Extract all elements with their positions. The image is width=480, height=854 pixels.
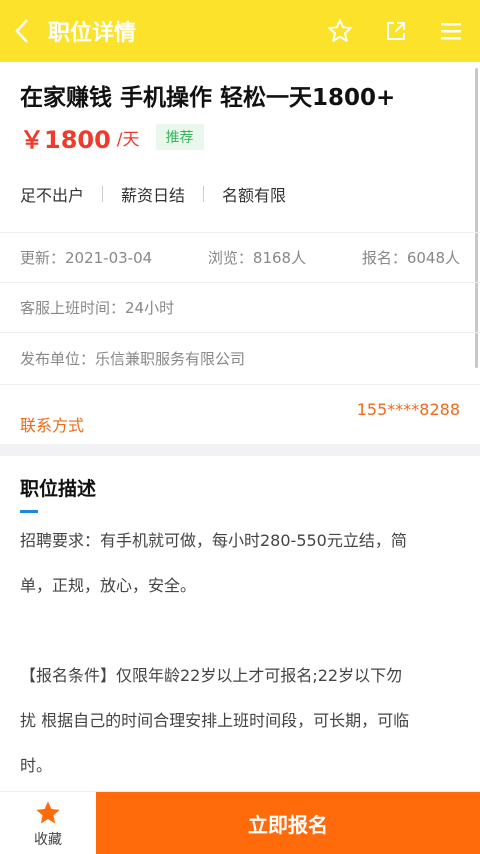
header-bar: 职位详情 [0,0,480,62]
apply-button[interactable]: 立即报名 [96,792,480,854]
updated-date: 更新：2021-03-04 [20,249,153,267]
description-gap [20,608,460,653]
section-underline [20,510,38,513]
stats-row: 更新：2021-03-04 浏览：8168人 报名：6048人 [0,232,480,282]
bottom-action-bar: 收藏 立即报名 [0,791,480,854]
tag-divider [203,186,205,202]
tag-item: 名额有限 [222,186,287,205]
description-line: 单，正规，放心，安全。 [20,576,197,595]
service-hours-row: 客服上班时间：24小时 [0,282,480,332]
description-line: 扰 根据自己的时间合理安排上班时间段，可长期，可临 [20,711,410,730]
salary-row: ￥1800 /天 推荐 [20,120,460,154]
description-line: 招聘要求：有手机就可做，每小时280-550元立结，简 [20,531,407,550]
favorite-button[interactable] [312,0,368,62]
view-count: 浏览：8168人 [207,249,307,267]
tag-item: 薪资日结 [121,186,186,205]
job-description: 招聘要求：有手机就可做，每小时280-550元立结，简 单，正规，放心，安全。 … [20,518,460,788]
description-line: 【报名条件】仅限年龄22岁以上才可报名;22岁以下勿 [20,666,403,685]
menu-button[interactable] [424,0,480,62]
job-tags: 足不出户 薪资日结 名额有限 [20,182,286,206]
salary-unit: /天 [116,129,140,150]
contact-phone[interactable]: 155****8288 [357,400,460,419]
job-title: 在家赚钱 手机操作 轻松一天1800+ [20,85,396,111]
star-outline-icon [328,19,352,42]
collect-label: 收藏 [34,831,62,848]
description-line: 时。 [20,756,53,775]
recommend-badge: 推荐 [155,124,204,150]
back-button[interactable] [0,0,44,62]
tag-divider [102,186,104,202]
share-icon [387,22,405,40]
menu-icon [441,23,461,40]
share-button[interactable] [368,0,424,62]
service-hours: 客服上班时间：24小时 [20,299,175,317]
section-divider [0,444,480,456]
page-title: 职位详情 [48,21,137,46]
salary-value: ￥1800 [20,125,111,154]
apply-count: 报名：6048人 [361,249,460,267]
contact-label: 联系方式 [20,415,85,435]
contact-row[interactable]: 联系方式 155****8288 [0,384,480,444]
star-filled-icon [36,800,60,823]
collect-button[interactable]: 收藏 [0,792,96,854]
tag-item: 足不出户 [20,186,85,205]
back-arrow-icon [15,19,28,43]
job-title-block: 在家赚钱 手机操作 轻松一天1800+ ￥1800 /天 推荐 [20,80,460,154]
publisher: 发布单位：乐信兼职服务有限公司 [20,350,246,368]
description-title: 职位描述 [20,478,97,500]
publisher-row: 发布单位：乐信兼职服务有限公司 [0,332,480,384]
